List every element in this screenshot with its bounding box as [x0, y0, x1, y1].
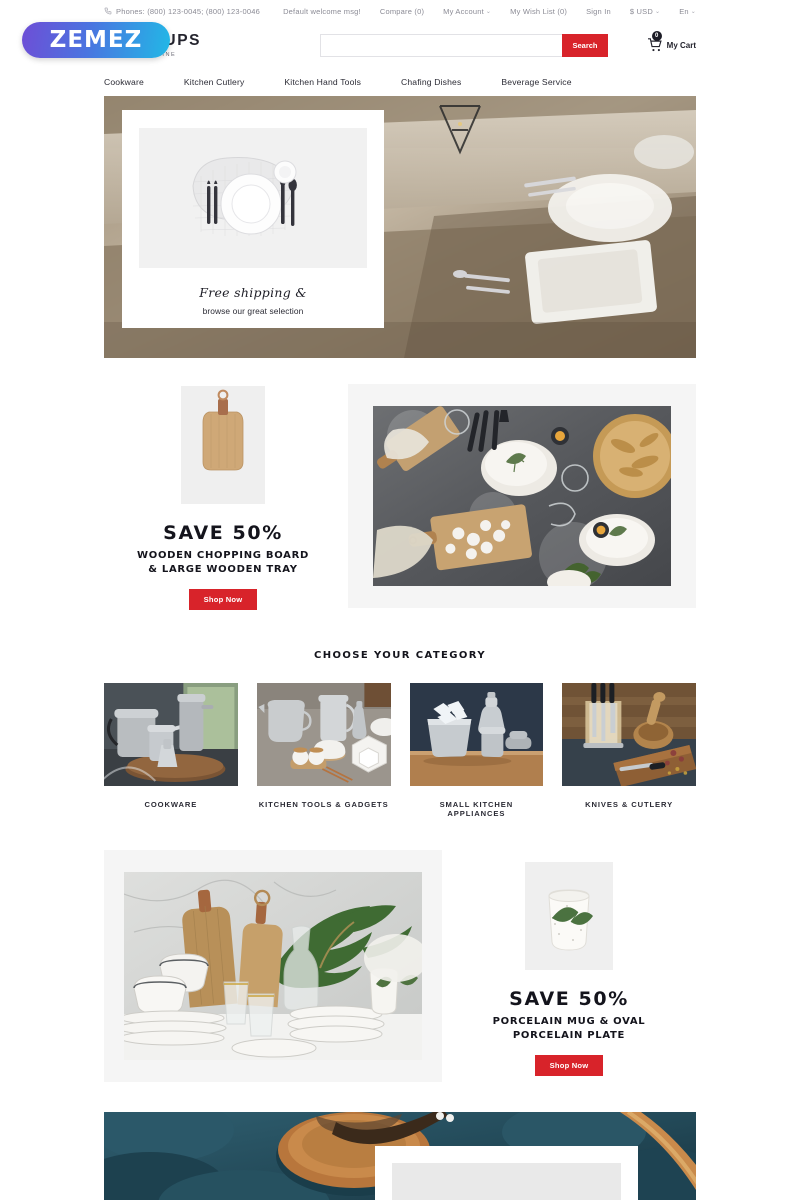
- signin-link[interactable]: Sign In: [586, 7, 611, 16]
- promo-one-text-block: SAVE 50% WOODEN CHOPPING BOARD & LARGE W…: [104, 384, 342, 610]
- topbar-links: Default welcome msg! Compare (0) My Acco…: [283, 7, 696, 16]
- cart-icon: 0: [647, 31, 663, 52]
- hero-subheadline: browse our great selection: [202, 306, 304, 316]
- promo-two-text-block: SAVE 50% PORCELAIN MUG & OVAL PORCELAIN …: [442, 850, 696, 1076]
- bottom-banner-product-image: [392, 1163, 621, 1200]
- currency-label: $ USD: [629, 6, 653, 16]
- promo-one-line1: WOODEN CHOPPING BOARD: [137, 550, 309, 561]
- promo-section-one: SAVE 50% WOODEN CHOPPING BOARD & LARGE W…: [104, 384, 696, 610]
- category-card-knives-cutlery[interactable]: KNIVES & CUTLERY: [562, 683, 696, 818]
- nav-item-cookware[interactable]: Cookware: [104, 77, 144, 87]
- category-image-knives-cutlery: [562, 683, 696, 786]
- category-image-small-appliances: [409, 683, 544, 786]
- promo-two-line1: PORCELAIN MUG & OVAL: [492, 1016, 646, 1027]
- nav-item-kitchen-cutlery[interactable]: Kitchen Cutlery: [184, 77, 245, 87]
- zemez-badge[interactable]: ZEMEZ: [22, 22, 170, 58]
- chevron-down-icon: ⌄: [690, 8, 696, 15]
- nav-item-kitchen-hand-tools[interactable]: Kitchen Hand Tools: [284, 77, 361, 87]
- language-switcher[interactable]: En ⌄: [679, 7, 696, 16]
- category-label-kitchen-tools: KITCHEN TOOLS & GADGETS: [258, 800, 389, 809]
- wishlist-link[interactable]: My Wish List (0): [510, 7, 567, 16]
- compare-link[interactable]: Compare (0): [380, 7, 424, 16]
- phones-block: Phones: (800) 123-0045; (800) 123-0046: [104, 7, 260, 16]
- my-account-label: My Account: [443, 6, 484, 16]
- category-grid: COOKWARE KITCHEN TOOLS & GADGETS SMALL K…: [104, 683, 696, 818]
- promo-one-thumbnail: [181, 386, 265, 504]
- currency-switcher[interactable]: $ USD ⌄: [630, 7, 660, 16]
- category-card-small-appliances[interactable]: SMALL KITCHEN APPLIANCES: [409, 683, 544, 818]
- search-input[interactable]: [320, 33, 562, 57]
- category-label-knives-cutlery: KNIVES & CUTLERY: [585, 800, 674, 809]
- language-label: En: [679, 6, 689, 16]
- promo-two-line2: PORCELAIN PLATE: [512, 1029, 626, 1041]
- category-heading: CHOOSE YOUR CATEGORY: [314, 650, 486, 661]
- promo-one-line2: & LARGE WOODEN TRAY: [148, 563, 298, 575]
- hero-overlay-card: Free shipping & browse our great selecti…: [122, 110, 384, 328]
- hero-headline: Free shipping &: [199, 285, 307, 300]
- category-image-kitchen-tools: [256, 683, 391, 786]
- hero-banner[interactable]: Free shipping & browse our great selecti…: [104, 96, 696, 358]
- promo-one-photo[interactable]: [373, 406, 671, 586]
- category-card-kitchen-tools[interactable]: KITCHEN TOOLS & GADGETS: [256, 683, 391, 818]
- promo-two-image-panel: [104, 850, 442, 1082]
- promo-two-photo[interactable]: [124, 872, 422, 1060]
- promo-one-image-panel: [348, 384, 696, 608]
- promo-two-thumbnail: [525, 862, 613, 970]
- top-bar: Phones: (800) 123-0045; (800) 123-0046 D…: [0, 0, 800, 22]
- cart-count-badge: 0: [651, 31, 662, 41]
- main-navigation: Cookware Kitchen Cutlery Kitchen Hand To…: [0, 68, 800, 96]
- bottom-banner[interactable]: [104, 1112, 696, 1200]
- nav-item-beverage-service[interactable]: Beverage Service: [501, 77, 571, 87]
- cart-label: My Cart: [666, 40, 696, 50]
- search-button[interactable]: Search: [562, 33, 608, 57]
- chevron-down-icon: ⌄: [485, 8, 492, 15]
- page-content: Free shipping & browse our great selecti…: [0, 96, 800, 1200]
- hero-product-image: [139, 128, 367, 268]
- category-card-cookware[interactable]: COOKWARE: [104, 683, 238, 818]
- promo-two-subtitle: PORCELAIN MUG & OVAL PORCELAIN PLATE: [493, 1015, 646, 1042]
- my-account-menu[interactable]: My Account ⌄: [443, 7, 491, 16]
- zemez-badge-label: ZEMEZ: [49, 27, 143, 53]
- nav-item-chafing-dishes[interactable]: Chafing Dishes: [401, 77, 461, 87]
- search-form: Search: [320, 33, 608, 57]
- phones-text: Phones: (800) 123-0045; (800) 123-0046: [116, 6, 260, 16]
- promo-two-shop-now-button[interactable]: Shop Now: [534, 1055, 604, 1076]
- category-image-cookware: [104, 683, 238, 786]
- category-label-small-appliances: SMALL KITCHEN APPLIANCES: [439, 800, 514, 818]
- bottom-banner-card: [375, 1146, 638, 1200]
- promo-one-subtitle: WOODEN CHOPPING BOARD & LARGE WOODEN TRA…: [137, 549, 309, 576]
- phone-icon: [104, 7, 112, 15]
- site-header: TE & CUPS SUPPLIES ONLINE ZEMEZ Search 0…: [0, 22, 800, 68]
- promo-one-shop-now-button[interactable]: Shop Now: [188, 589, 258, 610]
- site-logo[interactable]: TE & CUPS SUPPLIES ONLINE ZEMEZ: [22, 22, 264, 65]
- promo-one-title: SAVE 50%: [163, 522, 283, 544]
- cart-button[interactable]: 0 My Cart: [647, 31, 696, 52]
- category-label-cookware: COOKWARE: [144, 800, 198, 809]
- welcome-message: Default welcome msg!: [283, 6, 361, 16]
- promo-two-title: SAVE 50%: [509, 988, 629, 1010]
- promo-section-two: SAVE 50% PORCELAIN MUG & OVAL PORCELAIN …: [104, 850, 696, 1082]
- chevron-down-icon: ⌄: [654, 8, 661, 15]
